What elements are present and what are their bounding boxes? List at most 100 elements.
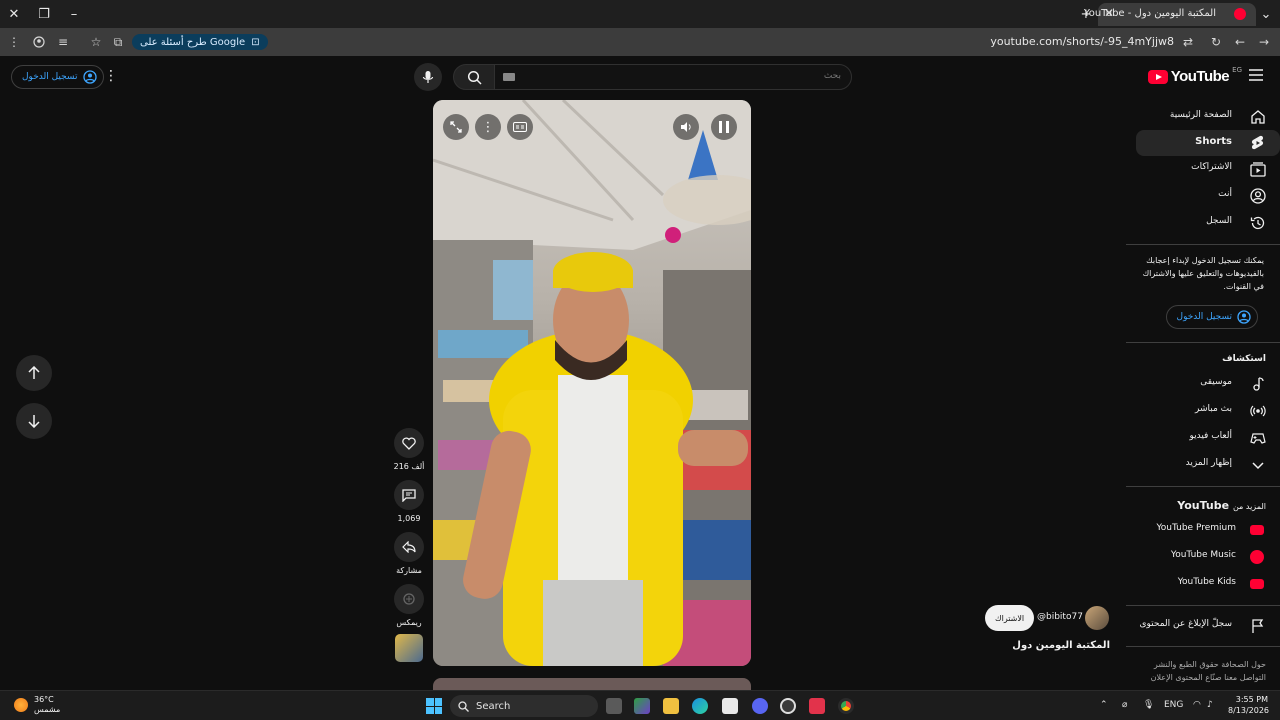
sidebar-item-label: الصفحة الرئيسية [1169, 110, 1232, 120]
comment-count: 1,069 [397, 514, 421, 523]
sidebar-footer-links[interactable]: حول الصحافة حقوق الطبع والنشر التواصل مع… [1136, 658, 1266, 684]
network-off-icon[interactable]: ⌀ [1122, 700, 1127, 710]
address-bar[interactable]: youtube.com/shorts/-95_4mYjjw8 [990, 35, 1174, 48]
short-title: المكتبة اليومين دول [1012, 640, 1110, 651]
minimize-window-button[interactable]: – [64, 4, 84, 24]
microphone-icon [422, 71, 434, 83]
more-options-button[interactable]: ⋮ [475, 114, 501, 140]
channel-avatar[interactable] [1085, 606, 1109, 630]
sidebar-item-youtube-premium[interactable]: YouTube Premium [1136, 517, 1280, 543]
taskbar-search-label: Search [476, 700, 511, 712]
voice-search-button[interactable] [414, 63, 442, 91]
back-arrow-icon[interactable]: → [1256, 34, 1272, 50]
browser-tab-active[interactable]: ✕ المكتبة اليومين دول - YouTube [1084, 3, 1256, 26]
sidebar-item-youtube-kids[interactable]: YouTube Kids [1136, 571, 1280, 597]
show-hidden-icons-icon[interactable]: ⌃ [1100, 700, 1108, 710]
sign-in-button[interactable]: تسجيل الدخول [11, 65, 105, 89]
short-video-player[interactable]: ⋮ [433, 100, 751, 666]
sidebar-item-shorts[interactable]: Shorts [1136, 130, 1280, 156]
previous-short-button[interactable] [16, 355, 52, 391]
sidebar-item-youtube-music[interactable]: YouTube Music [1136, 544, 1280, 570]
site-settings-icon[interactable]: ⇄ [1180, 34, 1196, 50]
discord-app-icon[interactable] [752, 698, 768, 714]
sidebar-item-history[interactable]: السجل [1136, 210, 1280, 236]
sidebar-item-report-history[interactable]: سجلّ الإبلاغ عن المحتوى [1136, 613, 1280, 639]
volume-button[interactable] [673, 114, 699, 140]
reading-list-icon[interactable]: ≡ [55, 34, 71, 50]
pause-button[interactable] [711, 114, 737, 140]
github-app-icon[interactable] [780, 698, 796, 714]
guide-menu-button[interactable] [1249, 69, 1263, 81]
sidebar-item-label: YouTube Premium [1156, 523, 1236, 533]
channel-handle[interactable]: @bibito77 [1037, 612, 1083, 622]
settings-kebab-icon[interactable]: ⋮ [104, 68, 118, 84]
next-short-button[interactable] [16, 403, 52, 439]
store-app-icon[interactable] [722, 698, 738, 714]
start-button[interactable] [426, 698, 442, 714]
keyboard-icon[interactable] [503, 73, 515, 81]
sidebar-item-music[interactable]: موسيقى [1136, 371, 1280, 397]
sound-thumbnail[interactable] [395, 634, 423, 662]
language-indicator[interactable]: ENG [1164, 700, 1183, 710]
forward-arrow-icon[interactable]: ← [1232, 34, 1248, 50]
taskbar-clock[interactable]: 3:55 PM 8/13/2026 [1228, 694, 1269, 716]
chrome-browser-icon[interactable] [838, 698, 854, 714]
hamburger-icon [1249, 69, 1263, 81]
sign-in-prompt: يمكنك تسجيل الدخول لإبداء إعجابك بالفيدي… [1142, 256, 1264, 291]
chevron-down-icon [1252, 462, 1264, 470]
like-button[interactable] [394, 428, 424, 458]
sidebar-item-label: Shorts [1195, 136, 1232, 147]
profile-icon[interactable] [31, 34, 47, 50]
microphone-tray-icon[interactable]: 🎙 [1143, 700, 1154, 710]
sidebar-item-label: أنت [1218, 189, 1232, 199]
reload-icon[interactable]: ↻ [1208, 34, 1224, 50]
edge-browser-icon[interactable] [692, 698, 708, 714]
tab-search-button[interactable]: ⌄ [1256, 4, 1276, 24]
remix-icon [403, 593, 415, 605]
youtube-logo[interactable]: YouTube EG [1147, 65, 1242, 85]
remix-button[interactable] [394, 584, 424, 614]
widgets-app-icon[interactable] [634, 698, 650, 714]
install-app-icon[interactable]: ⧉ [110, 34, 126, 50]
heart-icon [402, 436, 416, 450]
sidebar-item-you[interactable]: أنت [1136, 183, 1280, 209]
restore-window-button[interactable]: ❐ [34, 4, 54, 24]
ask-google-chip[interactable]: طرح أسئلة على Google ⊡ [132, 34, 268, 50]
search-input[interactable]: بحث [494, 64, 852, 90]
sidebar-item-show-more[interactable]: إظهار المزيد [1136, 452, 1280, 478]
subscribe-button[interactable]: الاشتراك [985, 605, 1035, 631]
you-icon [1250, 188, 1266, 204]
todo-app-icon[interactable] [809, 698, 825, 714]
menu-kebab-icon[interactable]: ⋮ [6, 34, 22, 50]
weather-widget[interactable]: 36°C مشمس [14, 695, 60, 715]
comments-button[interactable] [394, 480, 424, 510]
more-vert-icon: ⋮ [481, 119, 495, 135]
close-window-button[interactable]: ✕ [4, 4, 24, 24]
comment-icon [402, 488, 416, 502]
sidebar-item-gaming[interactable]: ألعاب فيديو [1136, 425, 1280, 451]
sidebar-divider [1126, 486, 1280, 487]
sidebar-divider [1126, 342, 1280, 343]
sidebar-item-live[interactable]: بث مباشر [1136, 398, 1280, 424]
sidebar-item-home[interactable]: الصفحة الرئيسية [1136, 104, 1280, 130]
speaker-icon[interactable]: ♪ [1207, 700, 1213, 710]
captions-button[interactable] [507, 114, 533, 140]
search-icon [467, 70, 482, 85]
sun-icon [14, 698, 28, 712]
task-view-icon[interactable] [606, 698, 622, 714]
wifi-icon[interactable]: ◠ [1193, 700, 1201, 710]
search-button[interactable] [453, 64, 495, 90]
sidebar-item-subscriptions[interactable]: الاشتراكات [1136, 156, 1280, 182]
sidebar-divider [1126, 244, 1280, 245]
fullscreen-button[interactable] [443, 114, 469, 140]
file-explorer-icon[interactable] [663, 698, 679, 714]
share-button[interactable] [394, 532, 424, 562]
arrow-up-icon [28, 366, 40, 379]
next-short-preview[interactable] [433, 678, 751, 690]
country-code: EG [1232, 65, 1242, 74]
sidebar-sign-in-button[interactable]: تسجيل الدخول [1165, 305, 1258, 329]
taskbar-search[interactable]: Search [450, 695, 598, 717]
sign-in-label: تسجيل الدخول [1176, 312, 1232, 322]
bookmark-star-icon[interactable]: ☆ [88, 34, 104, 50]
sidebar-item-label: الاشتراكات [1191, 162, 1232, 172]
